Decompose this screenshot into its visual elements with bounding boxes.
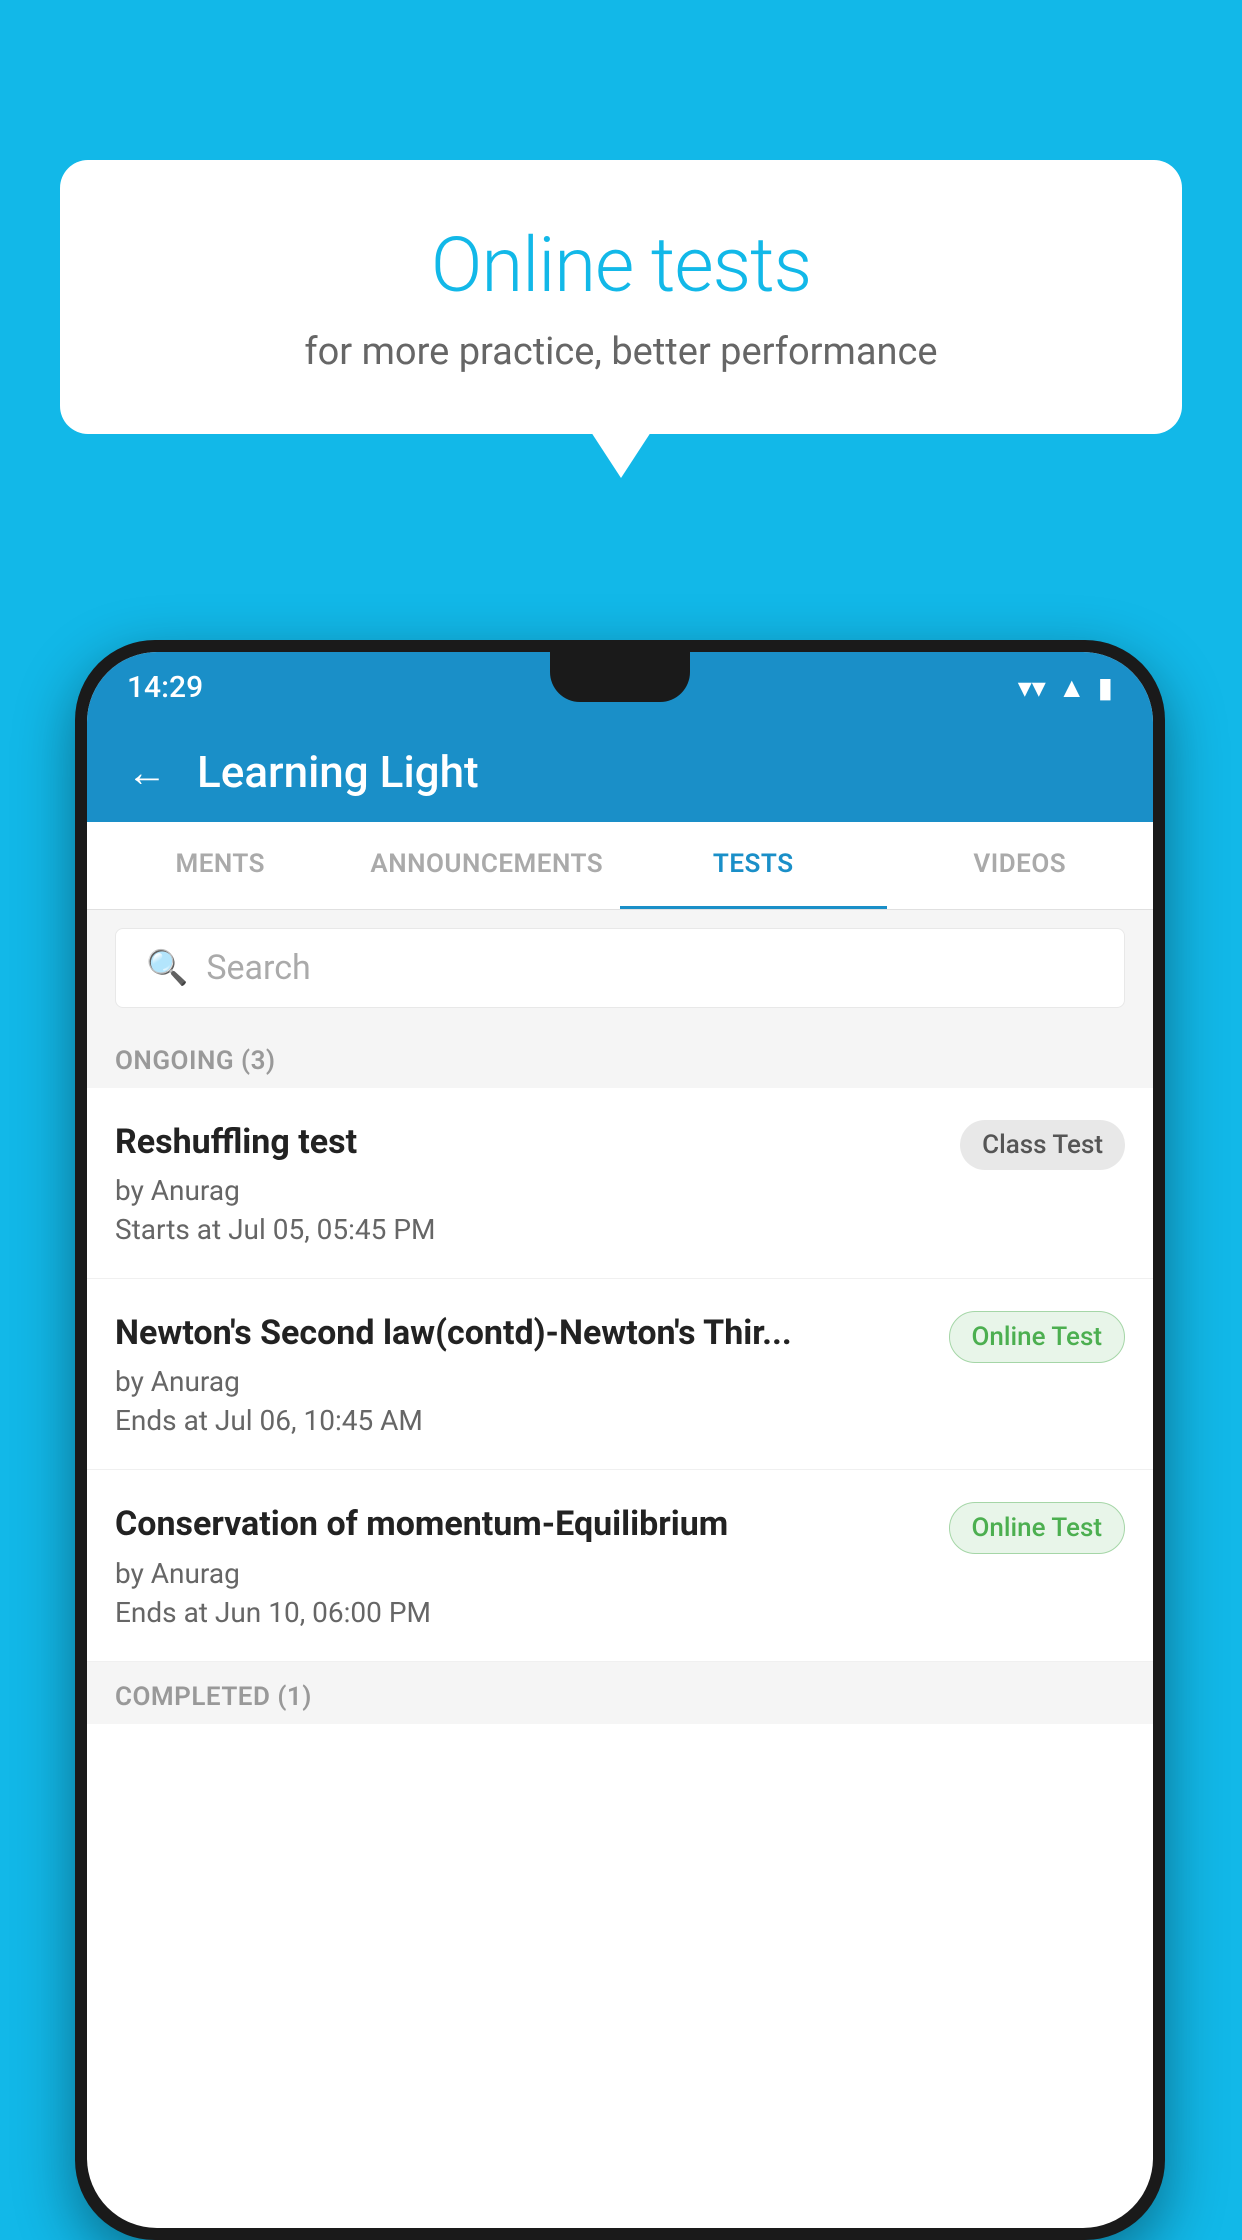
bubble-title: Online tests [140, 220, 1102, 310]
tab-videos[interactable]: VIDEOS [887, 822, 1154, 909]
notch [550, 652, 690, 702]
tab-announcements[interactable]: ANNOUNCEMENTS [354, 822, 621, 909]
app-header: ← Learning Light [87, 722, 1153, 822]
test-badge-1: Class Test [960, 1120, 1125, 1170]
search-placeholder: Search [206, 948, 310, 988]
test-time-2: Ends at Jul 06, 10:45 AM [115, 1404, 929, 1437]
test-title-1: Reshuffling test [115, 1120, 940, 1164]
test-info-2: Newton's Second law(contd)-Newton's Thir… [115, 1311, 949, 1437]
test-item[interactable]: Newton's Second law(contd)-Newton's Thir… [87, 1279, 1153, 1470]
test-title-3: Conservation of momentum-Equilibrium [115, 1502, 929, 1546]
test-list: Reshuffling test by Anurag Starts at Jul… [87, 1088, 1153, 1662]
battery-icon: ▮ [1098, 671, 1113, 704]
status-time: 14:29 [127, 670, 203, 705]
test-info-3: Conservation of momentum-Equilibrium by … [115, 1502, 949, 1628]
tabs-bar: MENTS ANNOUNCEMENTS TESTS VIDEOS [87, 822, 1153, 910]
ongoing-section-header: ONGOING (3) [87, 1026, 1153, 1088]
test-badge-2: Online Test [949, 1311, 1126, 1363]
phone-screen: 14:29 ▾▾ ▲ ▮ ← Learning Light MENTS ANNO… [87, 652, 1153, 2228]
status-icons: ▾▾ ▲ ▮ [1018, 671, 1113, 704]
test-time-3: Ends at Jun 10, 06:00 PM [115, 1596, 929, 1629]
test-item[interactable]: Reshuffling test by Anurag Starts at Jul… [87, 1088, 1153, 1279]
search-bar[interactable]: 🔍 Search [115, 928, 1125, 1008]
app-title: Learning Light [197, 746, 479, 798]
tab-ments[interactable]: MENTS [87, 822, 354, 909]
search-container: 🔍 Search [87, 910, 1153, 1026]
test-title-2: Newton's Second law(contd)-Newton's Thir… [115, 1311, 929, 1355]
bubble-subtitle: for more practice, better performance [140, 330, 1102, 374]
test-author-2: by Anurag [115, 1365, 929, 1398]
signal-icon: ▲ [1058, 671, 1086, 704]
test-info-1: Reshuffling test by Anurag Starts at Jul… [115, 1120, 960, 1246]
phone-frame: 14:29 ▾▾ ▲ ▮ ← Learning Light MENTS ANNO… [75, 640, 1165, 2240]
search-icon: 🔍 [146, 948, 188, 988]
test-item[interactable]: Conservation of momentum-Equilibrium by … [87, 1470, 1153, 1661]
status-bar: 14:29 ▾▾ ▲ ▮ [87, 652, 1153, 722]
tab-tests[interactable]: TESTS [620, 822, 887, 909]
wifi-icon: ▾▾ [1018, 671, 1046, 704]
test-badge-3: Online Test [949, 1502, 1126, 1554]
back-button[interactable]: ← [127, 749, 167, 796]
test-author-1: by Anurag [115, 1174, 940, 1207]
completed-section-header: COMPLETED (1) [87, 1662, 1153, 1724]
promo-bubble-area: Online tests for more practice, better p… [60, 160, 1182, 434]
test-time-1: Starts at Jul 05, 05:45 PM [115, 1213, 940, 1246]
test-author-3: by Anurag [115, 1557, 929, 1590]
speech-bubble: Online tests for more practice, better p… [60, 160, 1182, 434]
